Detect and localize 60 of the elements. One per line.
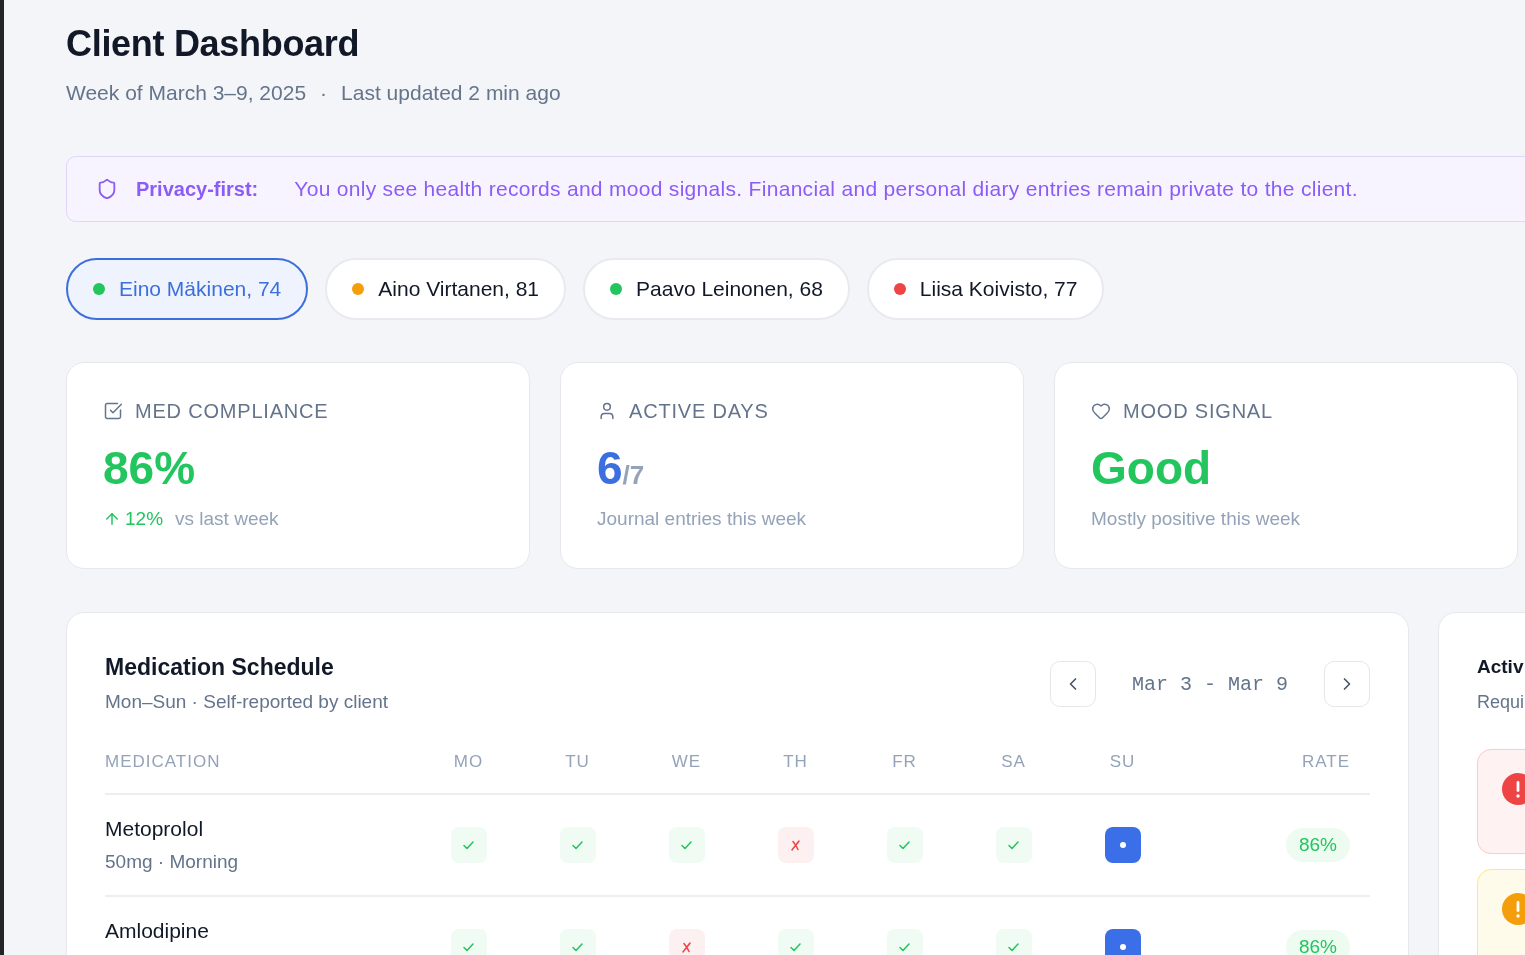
column-header: TH (783, 751, 808, 773)
next-week-button[interactable] (1324, 661, 1370, 707)
banner-label: Privacy-first: (136, 177, 259, 201)
medication-name: Metoprolol (105, 816, 204, 842)
previous-week-button[interactable] (1049, 661, 1096, 707)
panel-title: Medication Schedule (105, 653, 334, 681)
check-icon (450, 929, 487, 955)
column-header: RATE (1301, 751, 1350, 773)
stat-note: vs last week (175, 507, 279, 531)
updated-text: Last updated 2 min ago (341, 80, 561, 106)
stat-total: /7 (622, 460, 645, 491)
check-icon (450, 827, 487, 863)
separator-text: · (320, 80, 328, 106)
check-icon (886, 929, 923, 955)
person-icon (597, 401, 617, 421)
column-header: SU (1109, 751, 1136, 773)
check-icon (886, 827, 923, 863)
client-chip[interactable]: Aino Virtanen, 81 (325, 258, 566, 320)
client-chip[interactable]: Paavo Leinonen, 68 (583, 258, 850, 320)
exclamation-icon (1502, 773, 1525, 805)
check-icon (995, 827, 1032, 863)
page-title: Client Dashboard (66, 22, 360, 66)
rate-badge: 86% (1285, 930, 1350, 955)
column-header: MEDICATION (105, 751, 221, 773)
column-header: FR (892, 751, 917, 773)
stat-note: Journal entries this week (597, 507, 807, 531)
check-icon (668, 827, 705, 863)
client-chip[interactable]: Liisa Koivisto, 77 (866, 258, 1105, 320)
stat-note: Mostly positive this week (1091, 507, 1301, 531)
column-header: TU (565, 751, 590, 773)
medication-name: Amlodipine (105, 918, 209, 944)
banner-message: You only see health records and mood signals. Financial and personal diary entries remain private to the client. (294, 177, 1358, 201)
column-header: WE (671, 751, 702, 773)
date-range: Mar 3 - Mar 9 (1131, 672, 1288, 696)
client-chip[interactable]: Eino Mäkinen, 74 (66, 258, 309, 320)
check-icon (559, 827, 596, 863)
column-header: SA (1001, 751, 1026, 773)
stat-change: 12% (125, 508, 164, 530)
check-icon (559, 929, 596, 955)
stat-value: 86% (103, 442, 196, 494)
week-text: Week of March 3–9, 2025 (66, 80, 307, 106)
panel-subtitle: Mon–Sun · Self-reported by client (105, 690, 389, 714)
stat-label: MED COMPLIANCE (135, 399, 329, 424)
exclamation-icon (1502, 893, 1525, 925)
stat-value: Good (1091, 442, 1212, 494)
stat-value: 6 (597, 442, 623, 494)
check-icon (777, 929, 814, 955)
checkbox-icon (103, 401, 123, 421)
stat-label: ACTIVE DAYS (629, 399, 769, 424)
medication-detail: 50mg · Morning (105, 850, 239, 874)
rate-badge: 86% (1285, 828, 1350, 862)
cross-icon (668, 929, 705, 955)
check-icon (995, 929, 1032, 955)
stat-label: MOOD SIGNAL (1123, 399, 1273, 424)
cross-icon (777, 827, 814, 863)
side-panel-title: Activ (1477, 655, 1524, 679)
shield-icon (96, 178, 118, 200)
column-header: MO (453, 751, 484, 773)
heart-icon (1091, 401, 1111, 421)
side-panel-subtitle: Requi (1477, 691, 1525, 714)
